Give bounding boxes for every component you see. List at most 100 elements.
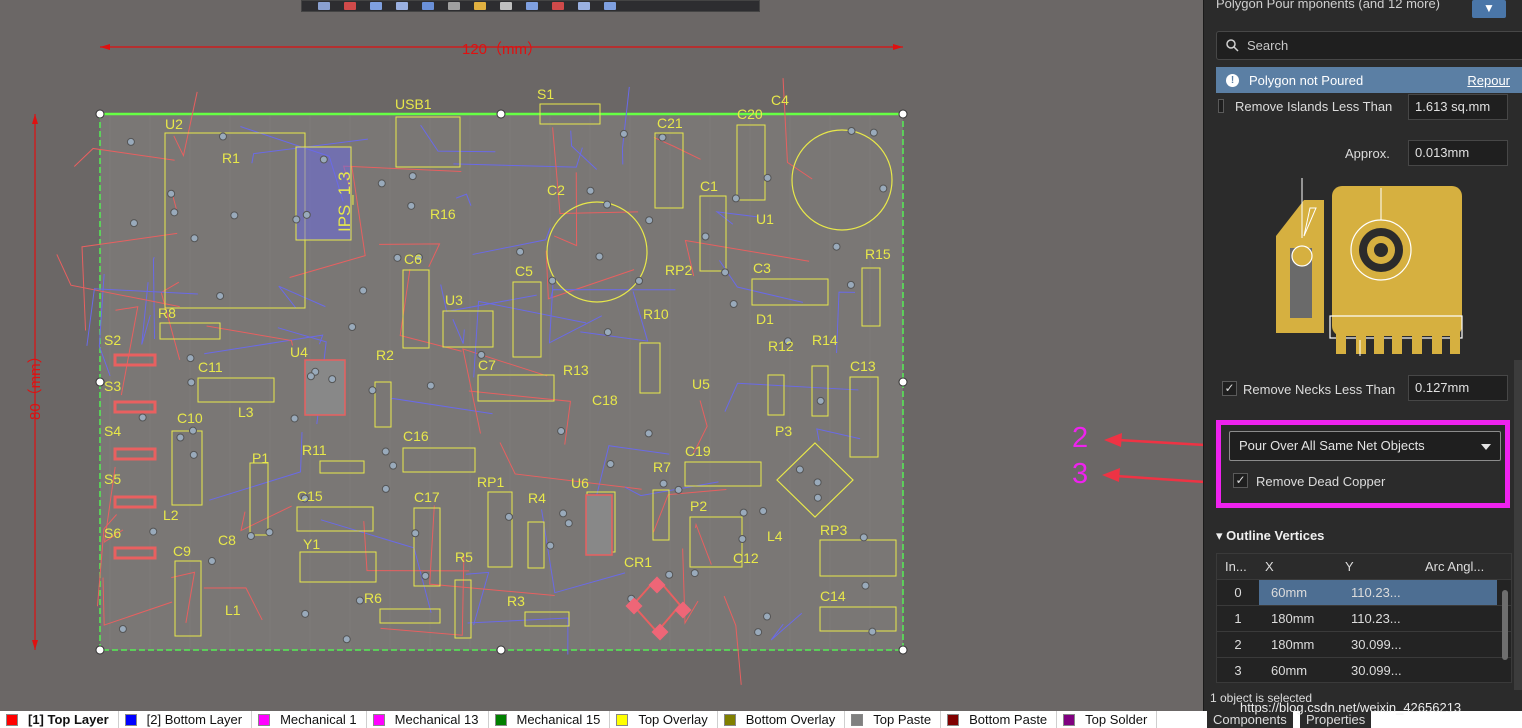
remove-islands-checkbox[interactable] bbox=[1218, 99, 1224, 113]
toolbar-icon[interactable] bbox=[344, 2, 356, 10]
panel-scrollbar[interactable] bbox=[1514, 360, 1522, 690]
search-box[interactable] bbox=[1216, 31, 1522, 60]
via bbox=[411, 529, 420, 538]
designator-label: U1 bbox=[756, 211, 774, 227]
pcb-canvas[interactable]: 120（mm） 80（mm） IPS_1.3 U2 USB1 S1 C4 C21 C20 C… bbox=[0, 0, 1203, 711]
toolbar-icon[interactable] bbox=[370, 2, 382, 10]
layer-tab[interactable]: Top Paste bbox=[845, 711, 942, 728]
column-header[interactable]: X bbox=[1259, 559, 1339, 574]
designator-label: RP1 bbox=[477, 474, 504, 490]
via bbox=[832, 242, 841, 251]
table-row[interactable]: 1 180mm 110.23... bbox=[1217, 606, 1511, 632]
designator-label: R12 bbox=[768, 338, 794, 354]
toolbar-icon[interactable] bbox=[474, 2, 486, 10]
layer-tab[interactable]: Bottom Overlay bbox=[718, 711, 846, 728]
layer-color-swatch bbox=[124, 713, 137, 726]
layer-tab-label: [1] Top Layer bbox=[28, 712, 109, 727]
designator-label: R16 bbox=[430, 206, 456, 222]
approx-field[interactable]: 0.013mm bbox=[1408, 140, 1508, 166]
via bbox=[559, 509, 568, 518]
designator-label: RP2 bbox=[665, 262, 692, 278]
toolbar-icon[interactable] bbox=[422, 2, 434, 10]
layer-tab[interactable]: Top Solder bbox=[1057, 711, 1158, 728]
toolbar-icon[interactable] bbox=[396, 2, 408, 10]
layer-tab[interactable]: Mechanical 13 bbox=[367, 711, 489, 728]
ips-silkscreen: IPS_1.3 bbox=[335, 172, 354, 233]
designator-label: C14 bbox=[820, 588, 846, 604]
table-row[interactable]: 2 180mm 30.099... bbox=[1217, 632, 1511, 658]
layer-tab[interactable]: Mechanical 1 bbox=[252, 711, 367, 728]
layer-tab[interactable]: Top Overlay bbox=[610, 711, 718, 728]
active-bar bbox=[301, 0, 760, 12]
layer-tab[interactable]: Bottom Paste bbox=[941, 711, 1058, 728]
via bbox=[701, 232, 710, 241]
via bbox=[634, 276, 643, 285]
table-row[interactable]: 0 60mm 110.23... bbox=[1217, 580, 1511, 606]
designator-label: C6 bbox=[404, 251, 422, 267]
designator-label: S6 bbox=[104, 525, 121, 541]
via bbox=[595, 252, 604, 261]
toolbar-icon[interactable] bbox=[318, 2, 330, 10]
layer-color-swatch bbox=[258, 713, 271, 726]
toolbar-icon[interactable] bbox=[448, 2, 460, 10]
designator-label: S3 bbox=[104, 378, 121, 394]
column-header[interactable]: Y bbox=[1339, 559, 1417, 574]
toolbar-icon[interactable] bbox=[526, 2, 538, 10]
remove-islands-field[interactable]: 1.613 sq.mm bbox=[1408, 94, 1508, 120]
remove-necks-field[interactable]: 0.127mm bbox=[1408, 375, 1508, 401]
via bbox=[319, 155, 328, 164]
via bbox=[861, 581, 870, 590]
filter-button[interactable]: ▼ bbox=[1472, 0, 1506, 18]
layer-tab[interactable]: [1] Top Layer bbox=[0, 711, 119, 728]
designator-label: L1 bbox=[225, 602, 241, 618]
via bbox=[754, 628, 763, 637]
designator-label: C13 bbox=[850, 358, 876, 374]
layer-tab-label: Top Overlay bbox=[638, 712, 708, 727]
via bbox=[187, 378, 196, 387]
toolbar-icon[interactable] bbox=[578, 2, 590, 10]
u6-chip bbox=[585, 494, 613, 556]
via bbox=[216, 291, 225, 300]
designator-label: C4 bbox=[771, 92, 789, 108]
table-row[interactable]: 3 60mm 30.099... bbox=[1217, 658, 1511, 682]
via bbox=[603, 328, 612, 337]
designator-label: C18 bbox=[592, 392, 618, 408]
remove-dead-copper-checkbox[interactable]: ✓ bbox=[1233, 473, 1248, 488]
designator-label: R14 bbox=[812, 332, 838, 348]
via bbox=[368, 386, 377, 395]
pour-over-select[interactable]: Pour Over All Same Net Objects bbox=[1229, 431, 1501, 461]
layer-tab-label: [2] Bottom Layer bbox=[146, 712, 243, 727]
table-scrollbar[interactable] bbox=[1502, 590, 1508, 660]
via bbox=[548, 276, 557, 285]
dimension-width-label: 120（mm） bbox=[462, 41, 542, 58]
toolbar-icon[interactable] bbox=[500, 2, 512, 10]
via bbox=[138, 413, 147, 422]
via bbox=[265, 528, 274, 537]
layer-tab[interactable]: [2] Bottom Layer bbox=[119, 711, 253, 728]
column-header[interactable]: Arc Angl... bbox=[1417, 559, 1497, 574]
layer-tab-label: Mechanical 1 bbox=[280, 712, 357, 727]
approx-label: Approx. bbox=[1345, 146, 1390, 161]
designator-label: RP3 bbox=[820, 522, 847, 538]
toolbar-icon[interactable] bbox=[604, 2, 616, 10]
layer-tab[interactable]: Mechanical 15 bbox=[489, 711, 611, 728]
repour-link[interactable]: Repour bbox=[1467, 73, 1510, 88]
remove-necks-checkbox[interactable]: ✓ bbox=[1222, 381, 1237, 396]
layer-tab-label: Mechanical 15 bbox=[516, 712, 601, 727]
via bbox=[869, 128, 878, 137]
outline-vertices-header[interactable]: ▾ Outline Vertices bbox=[1216, 528, 1324, 544]
via bbox=[731, 194, 740, 203]
panel-header: Polygon Pour mponents (and 12 more) bbox=[1216, 0, 1441, 11]
search-input[interactable] bbox=[1247, 38, 1507, 53]
via bbox=[644, 429, 653, 438]
layer-color-swatch bbox=[6, 713, 18, 726]
designator-label: R8 bbox=[158, 305, 176, 321]
designator-label: L2 bbox=[163, 507, 179, 523]
toolbar-icon[interactable] bbox=[552, 2, 564, 10]
polygon-pour-outline[interactable] bbox=[99, 113, 904, 651]
via bbox=[355, 596, 364, 605]
via bbox=[606, 459, 615, 468]
column-header[interactable]: In... bbox=[1217, 559, 1259, 574]
pcb-drawing[interactable]: 120（mm） 80（mm） IPS_1.3 U2 USB1 S1 C4 C21 C20 C… bbox=[0, 0, 1203, 711]
via bbox=[176, 433, 185, 442]
